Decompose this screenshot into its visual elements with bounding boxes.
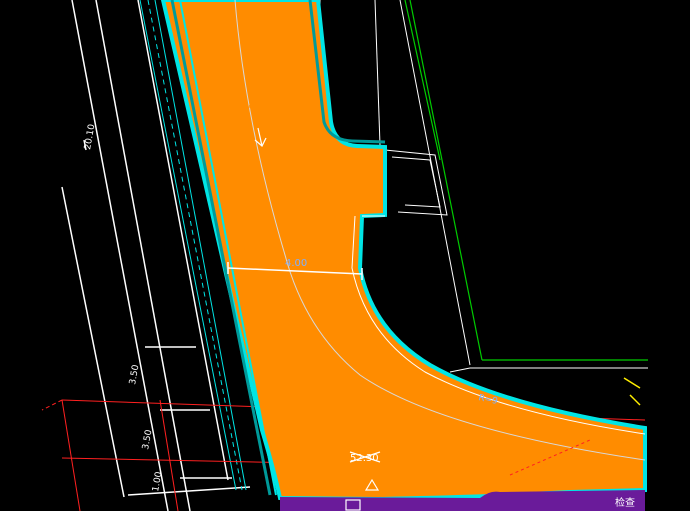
dim-52-30: 52.30 xyxy=(350,453,379,464)
yellow-marker-icon xyxy=(623,377,641,406)
dim-1-00: 1.00 xyxy=(151,471,164,493)
dim-3-50a: 3.50 xyxy=(128,364,141,386)
dim-20-10: 20.10 xyxy=(83,123,97,150)
corner-label: 检查 xyxy=(615,496,635,509)
dim-3-50b: 3.50 xyxy=(141,429,154,451)
cad-drawing-canvas[interactable]: 20.10 3.00 4.00 3.50 3.50 1.00 52.30 R=9… xyxy=(0,0,690,511)
dim-4-00: 4.00 xyxy=(285,258,307,269)
road-plan-drawing: 20.10 3.00 4.00 3.50 3.50 1.00 52.30 R=9… xyxy=(41,0,648,511)
road-surface xyxy=(160,0,647,502)
